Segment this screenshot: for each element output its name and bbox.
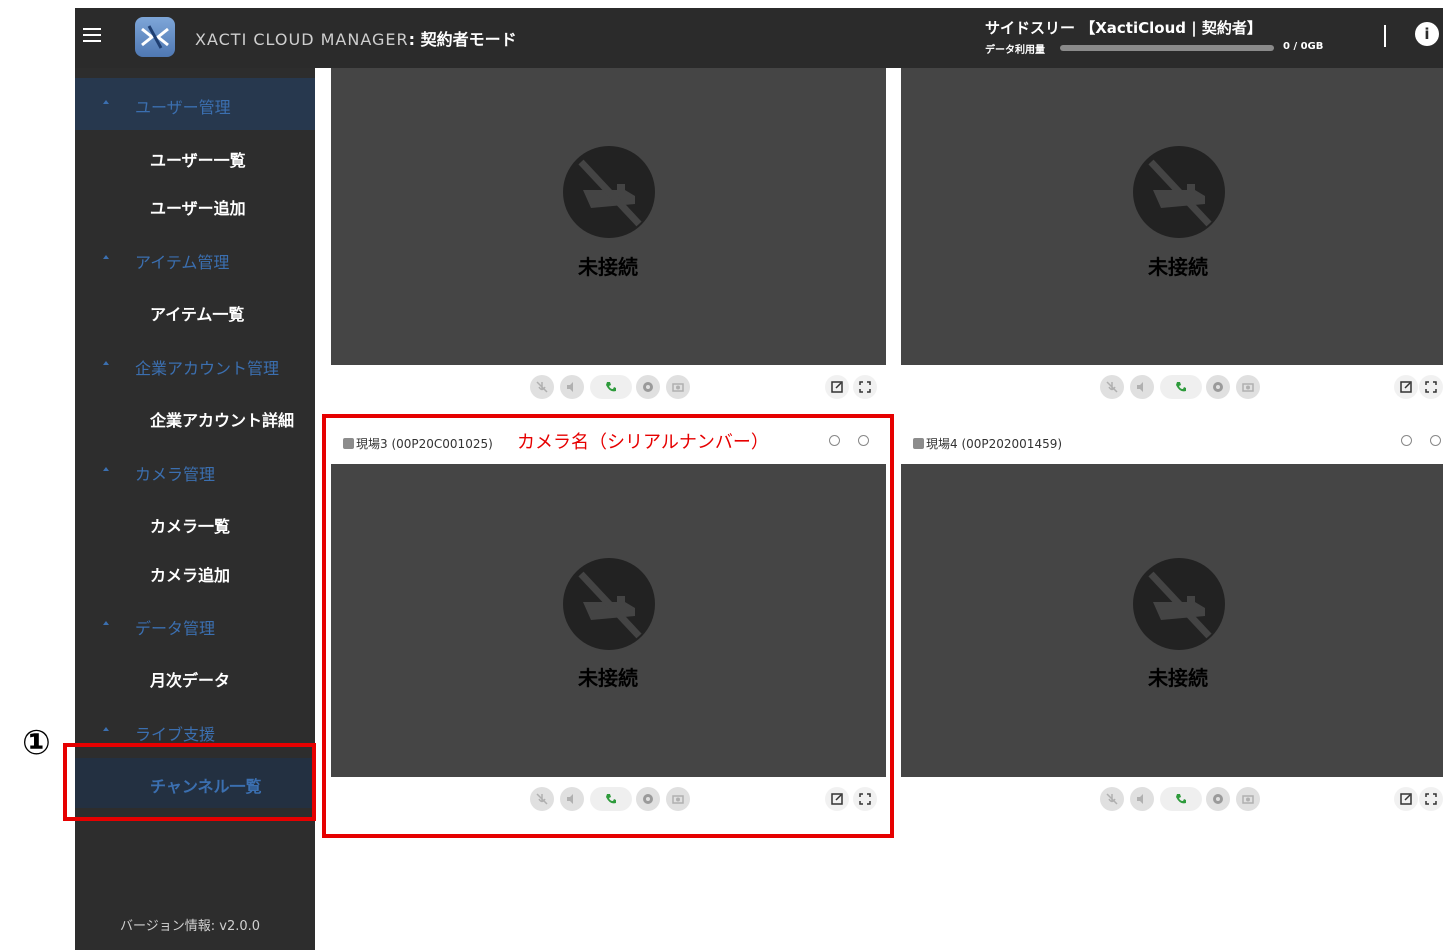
annotation-step-number: ① (22, 723, 51, 763)
sidebar-section-data-management[interactable]: データ管理 (75, 599, 315, 651)
item-label: カメラ一覧 (150, 517, 231, 536)
section-label: ライブ支援 (135, 725, 216, 744)
sidebar-section-camera-management[interactable]: カメラ管理 (75, 445, 315, 497)
section-label: カメラ管理 (135, 465, 216, 484)
annotation-box-camera-card (322, 414, 894, 838)
caret-up-icon (103, 255, 109, 259)
top-bar: XACTI CLOUD MANAGER: 契約者モード サイドスリー 【Xact… (75, 8, 1443, 68)
section-label: データ管理 (135, 619, 216, 638)
speaker-off-icon[interactable] (1130, 787, 1154, 811)
caret-up-icon (103, 467, 109, 471)
usage-bar (1060, 45, 1274, 51)
mic-off-icon[interactable] (530, 375, 554, 399)
video-panel: 未接続 (331, 68, 886, 365)
phone-icon[interactable] (590, 375, 632, 399)
camera-off-icon (1133, 558, 1225, 650)
control-bar (331, 365, 886, 405)
section-label: ユーザー管理 (135, 98, 231, 117)
connection-status: 未接続 (1148, 666, 1208, 690)
speaker-off-icon[interactable] (1130, 375, 1154, 399)
camera-off-icon (563, 146, 655, 238)
sidebar-item-camera-list[interactable]: カメラ一覧 (75, 498, 315, 548)
section-label: 企業アカウント管理 (135, 359, 280, 378)
control-bar (901, 777, 1443, 817)
camera-card: 現場4 (00P202001459) 未接続 (901, 421, 1443, 818)
record-icon[interactable] (636, 375, 660, 399)
video-panel: 未接続 (901, 68, 1443, 365)
camera-card: 未接続 (901, 68, 1443, 406)
sidebar-item-company-account-detail[interactable]: 企業アカウント詳細 (75, 392, 315, 442)
usage-label: データ利用量 (985, 45, 1045, 56)
item-label: アイテム一覧 (150, 305, 245, 324)
item-label: 企業アカウント詳細 (150, 411, 295, 430)
mic-off-icon[interactable] (1100, 787, 1124, 811)
snapshot-icon[interactable] (666, 375, 690, 399)
hamburger-icon[interactable] (83, 28, 101, 44)
account-name: サイドスリー 【XactiCloud | 契約者】 (985, 19, 1262, 37)
control-bar (901, 365, 1443, 405)
sidebar-item-user-list[interactable]: ユーザー一覧 (75, 132, 315, 182)
app-title: XACTI CLOUD MANAGER: 契約者モード (195, 30, 517, 49)
sidebar-item-monthly-data[interactable]: 月次データ (75, 652, 315, 702)
annotation-box-channel-list (63, 743, 316, 821)
sidebar-item-user-add[interactable]: ユーザー追加 (75, 180, 315, 230)
xacti-logo[interactable] (135, 17, 175, 57)
connection-status: 未接続 (1148, 255, 1208, 279)
fullscreen-icon[interactable] (853, 375, 877, 399)
phone-icon[interactable] (1160, 787, 1202, 811)
open-in-new-icon[interactable] (1394, 787, 1418, 811)
item-label: ユーザー追加 (150, 199, 246, 218)
sidebar-item-item-list[interactable]: アイテム一覧 (75, 286, 315, 336)
record-icon[interactable] (1206, 787, 1230, 811)
camera-name: 現場4 (00P202001459) (926, 437, 1063, 451)
chevron-down-circle-icon[interactable] (1430, 435, 1441, 446)
status-square-icon (913, 438, 924, 449)
card-header: 現場4 (00P202001459) (901, 421, 1443, 463)
card-header-icons (1383, 435, 1441, 449)
connection-status: 未接続 (578, 255, 638, 279)
speaker-off-icon[interactable] (560, 375, 584, 399)
usage-text: 0 / 0GB (1283, 41, 1324, 52)
open-in-new-icon[interactable] (825, 375, 849, 399)
record-icon[interactable] (1206, 375, 1230, 399)
sidebar-item-camera-add[interactable]: カメラ追加 (75, 547, 315, 597)
caret-up-icon (103, 100, 109, 104)
fullscreen-icon[interactable] (1419, 375, 1443, 399)
fullscreen-icon[interactable] (1419, 787, 1443, 811)
caret-up-icon (103, 621, 109, 625)
item-label: カメラ追加 (150, 566, 231, 585)
version-info: バージョン情報: v2.0.0 (120, 919, 261, 934)
camera-card: 未接続 (331, 68, 886, 406)
sidebar-section-user-management[interactable]: ユーザー管理 (75, 78, 315, 130)
sidebar-section-item-management[interactable]: アイテム管理 (75, 233, 315, 285)
item-label: ユーザー一覧 (150, 151, 246, 170)
open-in-new-icon[interactable] (1394, 375, 1418, 399)
annotation-caption: カメラ名（シリアルナンバー） (517, 432, 769, 453)
item-label: 月次データ (150, 671, 231, 690)
mode-label: : 契約者モード (408, 30, 517, 49)
section-label: アイテム管理 (135, 253, 230, 272)
camera-title: 現場4 (00P202001459) (913, 435, 1062, 452)
info-icon[interactable]: i (1415, 22, 1439, 46)
video-panel: 未接続 (901, 464, 1443, 777)
caret-up-icon (103, 727, 109, 731)
snapshot-icon[interactable] (1236, 375, 1260, 399)
mic-off-icon[interactable] (1100, 375, 1124, 399)
header-divider (1384, 25, 1386, 47)
phone-icon[interactable] (1160, 375, 1202, 399)
chevron-up-circle-icon[interactable] (1401, 435, 1412, 446)
camera-off-icon (1133, 146, 1225, 238)
sidebar-section-company-account[interactable]: 企業アカウント管理 (75, 339, 315, 391)
snapshot-icon[interactable] (1236, 787, 1260, 811)
caret-up-icon (103, 361, 109, 365)
